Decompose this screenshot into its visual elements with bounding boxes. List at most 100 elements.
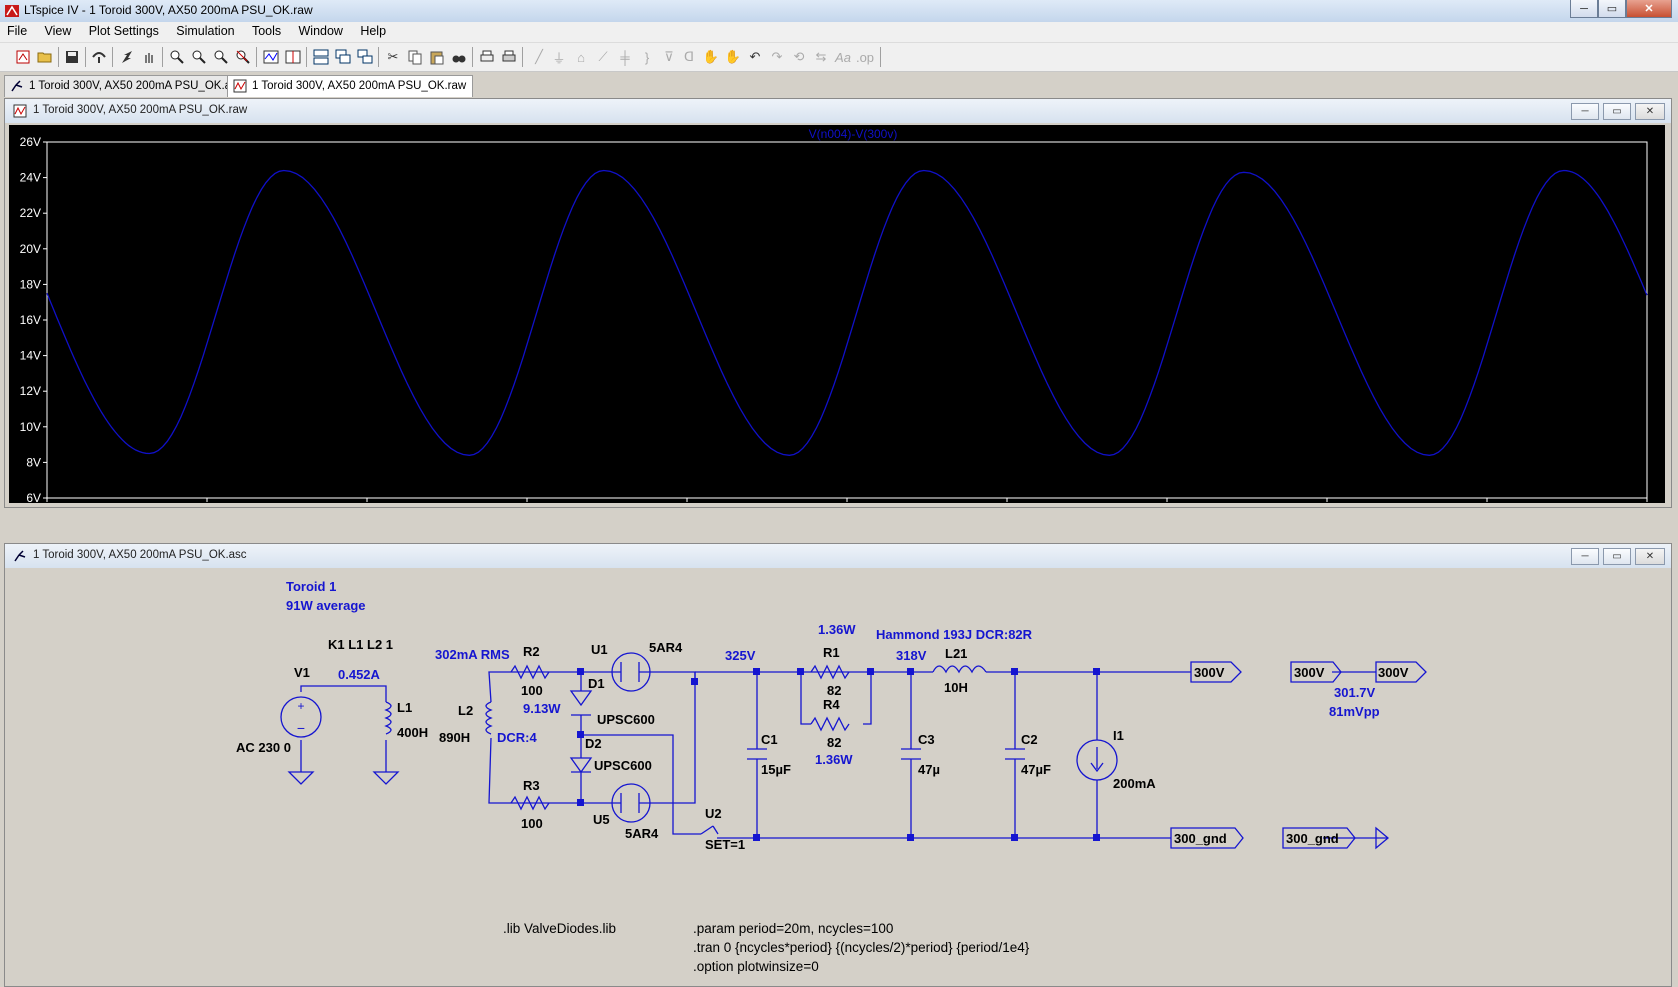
net-300v-label-3[interactable]: 300V <box>1378 665 1409 680</box>
output-voltage[interactable]: 301.7V <box>1334 685 1376 700</box>
spice-directive-icon[interactable]: .op <box>856 48 874 66</box>
app-title-bar[interactable]: LTspice IV - 1 Toroid 300V, AX50 200mA P… <box>0 0 1678 23</box>
autorange-icon[interactable] <box>262 48 280 66</box>
menu-simulation[interactable]: Simulation <box>169 22 241 38</box>
wire-icon[interactable]: ╱ <box>530 48 548 66</box>
c1-label[interactable]: C1 <box>761 732 778 747</box>
l21-label[interactable]: L21 <box>945 646 967 661</box>
r4-label[interactable]: R4 <box>823 697 840 712</box>
find-icon[interactable] <box>450 48 468 66</box>
component-lib-icon[interactable]: ᗡ <box>680 48 698 66</box>
u5-value[interactable]: 5AR4 <box>625 826 659 841</box>
plot-minimize-button[interactable]: ─ <box>1571 103 1599 120</box>
schematic-minimize-button[interactable]: ─ <box>1571 548 1599 565</box>
r3-value[interactable]: 100 <box>521 816 543 831</box>
i1-label[interactable]: I1 <box>1113 728 1124 743</box>
menu-window[interactable]: Window <box>292 22 350 38</box>
tab-schematic[interactable]: 1 Toroid 300V, AX50 200mA PSU_OK.asc <box>4 75 250 97</box>
menu-file[interactable]: File <box>0 22 34 38</box>
menu-tools[interactable]: Tools <box>245 22 288 38</box>
l21-value[interactable]: 10H <box>944 680 968 695</box>
d2-label[interactable]: D2 <box>585 736 602 751</box>
print-icon[interactable] <box>500 48 518 66</box>
minimize-button[interactable]: ─ <box>1570 0 1598 18</box>
pan-icon[interactable] <box>140 48 158 66</box>
toroid-power-label[interactable]: 91W average <box>286 598 366 613</box>
d2-value[interactable]: UPSC600 <box>594 758 652 773</box>
save-icon[interactable] <box>63 48 81 66</box>
control-panel-icon[interactable] <box>90 48 108 66</box>
c3-label[interactable]: C3 <box>918 732 935 747</box>
close-button[interactable]: ✕ <box>1626 0 1672 18</box>
l1-label[interactable]: L1 <box>397 700 412 715</box>
inductor-icon[interactable]: } <box>638 48 656 66</box>
v1-value[interactable]: AC 230 0 <box>236 740 291 755</box>
waveform-plot[interactable]: V(n004)-V(300v) 6V 8V 10V 12V 14V 16V 18V 20V 22… <box>9 125 1665 503</box>
u5-label[interactable]: U5 <box>593 812 610 827</box>
open-icon[interactable] <box>36 48 54 66</box>
net-300v-label-2[interactable]: 300V <box>1294 665 1325 680</box>
undo-icon[interactable]: ↶ <box>746 48 764 66</box>
c2-label[interactable]: C2 <box>1021 732 1038 747</box>
zoom-in-icon[interactable] <box>168 48 186 66</box>
choke-label[interactable]: Hammond 193J DCR:82R <box>876 627 1033 642</box>
menu-view[interactable]: View <box>38 22 79 38</box>
net-300v-label-1[interactable]: 300V <box>1194 665 1225 680</box>
zoom-area-icon[interactable] <box>212 48 230 66</box>
c1-value[interactable]: 15µF <box>761 762 791 777</box>
u1-label[interactable]: U1 <box>591 642 608 657</box>
d1-value[interactable]: UPSC600 <box>597 712 655 727</box>
param-directive[interactable]: .param period=20m, ncycles=100 <box>693 921 893 936</box>
lib-directive[interactable]: .lib ValveDiodes.lib <box>503 921 616 936</box>
capacitor-icon[interactable]: ╪ <box>616 48 634 66</box>
coupling-label[interactable]: K1 L1 L2 1 <box>328 637 393 652</box>
r1-power[interactable]: 1.36W <box>818 622 856 637</box>
tile-horizontal-icon[interactable] <box>312 48 330 66</box>
plot-window[interactable]: 1 Toroid 300V, AX50 200mA PSU_OK.raw ─ ▭… <box>4 98 1672 508</box>
tab-waveform[interactable]: 1 Toroid 300V, AX50 200mA PSU_OK.raw <box>227 75 474 97</box>
run-icon[interactable] <box>118 48 136 66</box>
r4-value[interactable]: 82 <box>827 735 841 750</box>
r1-value[interactable]: 82 <box>827 683 841 698</box>
cut-icon[interactable]: ✂ <box>384 48 402 66</box>
v1-label[interactable]: V1 <box>294 665 310 680</box>
schematic-canvas[interactable]: + − Toroid 1 91W average K1 L1 L2 1 V1 A… <box>11 570 1665 982</box>
rotate-icon[interactable]: ⟲ <box>790 48 808 66</box>
plot-close-button[interactable]: ✕ <box>1635 103 1665 120</box>
move-icon[interactable]: ✋ <box>702 48 720 66</box>
u2-value[interactable]: SET=1 <box>705 837 745 852</box>
menu-help[interactable]: Help <box>353 22 393 38</box>
component-icon[interactable]: ⟋ <box>594 48 612 66</box>
diode-icon[interactable]: ⊽ <box>660 48 678 66</box>
output-ripple[interactable]: 81mVpp <box>1329 704 1380 719</box>
copy-icon[interactable] <box>406 48 424 66</box>
schematic-restore-button[interactable]: ▭ <box>1603 548 1631 565</box>
label-net-icon[interactable]: ⌂ <box>572 48 590 66</box>
r4-power[interactable]: 1.36W <box>815 752 853 767</box>
tile-vertical-icon[interactable] <box>334 48 352 66</box>
restore-button[interactable]: ▭ <box>1598 0 1626 18</box>
toroid-label[interactable]: Toroid 1 <box>286 579 336 594</box>
redo-icon[interactable]: ↷ <box>768 48 786 66</box>
schematic-window[interactable]: 1 Toroid 300V, AX50 200mA PSU_OK.asc ─ ▭… <box>4 543 1672 987</box>
c2-value[interactable]: 47µF <box>1021 762 1051 777</box>
i1-value[interactable]: 200mA <box>1113 776 1156 791</box>
zoom-out-icon[interactable] <box>190 48 208 66</box>
text-icon[interactable]: Aa <box>834 48 852 66</box>
net-300gnd-label-2[interactable]: 300_gnd <box>1286 831 1339 846</box>
new-schematic-icon[interactable] <box>14 48 32 66</box>
l1-value[interactable]: 400H <box>397 725 428 740</box>
plot-restore-button[interactable]: ▭ <box>1603 103 1631 120</box>
option-directive[interactable]: .option plotwinsize=0 <box>693 959 819 974</box>
r1-label-text[interactable]: R1 <box>823 645 840 660</box>
l2-dcr[interactable]: DCR:4 <box>497 730 537 745</box>
schematic-window-title-bar[interactable]: 1 Toroid 300V, AX50 200mA PSU_OK.asc ─ ▭… <box>5 544 1671 568</box>
net-300gnd-label-1[interactable]: 300_gnd <box>1174 831 1227 846</box>
ground-icon[interactable]: ⏚ <box>550 48 568 66</box>
d1-label[interactable]: D1 <box>588 676 605 691</box>
r2-value[interactable]: 100 <box>521 683 543 698</box>
mirror-icon[interactable]: ⇆ <box>812 48 830 66</box>
u2-label[interactable]: U2 <box>705 806 722 821</box>
c3-value[interactable]: 47µ <box>918 762 940 777</box>
l2-value[interactable]: 890H <box>439 730 470 745</box>
